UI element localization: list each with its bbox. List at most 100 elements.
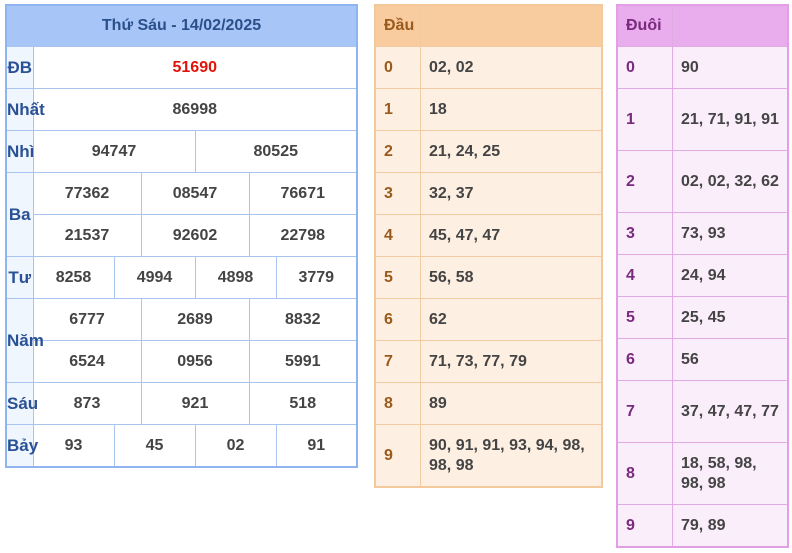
prize-value: 518 bbox=[248, 382, 358, 425]
prize-label: Ba bbox=[5, 172, 34, 257]
dau-value: 18 bbox=[420, 88, 603, 131]
dau-header-blank bbox=[420, 4, 603, 47]
prize-value: 76671 bbox=[248, 172, 358, 215]
prize-row-bay: Bảy 93 45 02 91 bbox=[5, 424, 358, 468]
duoi-table: Đuôi 0 90 1 21, 71, 91, 91 2 02, 02, 32, 62… bbox=[616, 4, 789, 548]
prize-row-ba: Ba 77362 08547 76671 bbox=[5, 172, 358, 257]
dau-row: 8 89 bbox=[374, 382, 603, 425]
prize-value: 8258 bbox=[32, 256, 115, 299]
prize-value: 80525 bbox=[194, 130, 358, 173]
prize-value: 93 bbox=[32, 424, 115, 468]
duoi-header: Đuôi bbox=[616, 4, 673, 47]
duoi-value: 90 bbox=[672, 46, 789, 89]
dau-row: 3 32, 37 bbox=[374, 172, 603, 215]
duoi-value: 56 bbox=[672, 338, 789, 381]
prize-row-ba-2: 21537 92602 22798 bbox=[6, 214, 358, 257]
prize-value: 5991 bbox=[248, 340, 358, 383]
dau-row: 9 90, 91, 91, 93, 94, 98, 98, 98 bbox=[374, 424, 603, 488]
duoi-key: 5 bbox=[616, 296, 673, 339]
dau-key: 0 bbox=[374, 46, 421, 89]
duoi-row: 2 02, 02, 32, 62 bbox=[616, 150, 789, 213]
prize-value: 21537 bbox=[32, 214, 142, 257]
dau-value: 45, 47, 47 bbox=[420, 214, 603, 257]
duoi-row: 6 56 bbox=[616, 338, 789, 381]
prize-value: 22798 bbox=[248, 214, 358, 257]
prize-row-nhat: Nhất 86998 bbox=[5, 88, 358, 131]
prize-value: 873 bbox=[32, 382, 142, 425]
dau-row: 4 45, 47, 47 bbox=[374, 214, 603, 257]
prize-label: Năm bbox=[5, 298, 44, 383]
dau-key: 4 bbox=[374, 214, 421, 257]
special-prize-value: 51690 bbox=[32, 46, 358, 89]
prize-value: 4994 bbox=[113, 256, 196, 299]
prize-row-nam-2: 6524 0956 5991 bbox=[6, 340, 358, 383]
duoi-value: 25, 45 bbox=[672, 296, 789, 339]
prize-value: 6524 bbox=[32, 340, 142, 383]
duoi-key: 9 bbox=[616, 504, 673, 548]
dau-table: Đầu 0 02, 02 1 18 2 21, 24, 25 3 32, 37 4 45,… bbox=[374, 4, 603, 488]
dau-value: 62 bbox=[420, 298, 603, 341]
prize-row-nhi: Nhì 94747 80525 bbox=[5, 130, 358, 173]
dau-header: Đầu bbox=[374, 4, 421, 47]
dau-key: 1 bbox=[374, 88, 421, 131]
dau-value: 89 bbox=[420, 382, 603, 425]
dau-key: 6 bbox=[374, 298, 421, 341]
duoi-row: 7 37, 47, 47, 77 bbox=[616, 380, 789, 443]
prize-value: 8832 bbox=[248, 298, 358, 341]
prize-row-tu: Tư 8258 4994 4898 3779 bbox=[5, 256, 358, 299]
duoi-value: 37, 47, 47, 77 bbox=[672, 380, 789, 443]
duoi-key: 6 bbox=[616, 338, 673, 381]
dau-row: 1 18 bbox=[374, 88, 603, 131]
dau-value: 56, 58 bbox=[420, 256, 603, 299]
prize-value: 4898 bbox=[194, 256, 277, 299]
dau-key: 2 bbox=[374, 130, 421, 173]
prize-value: 0956 bbox=[140, 340, 250, 383]
prize-label: ĐB bbox=[5, 46, 34, 89]
dau-key: 3 bbox=[374, 172, 421, 215]
dau-value: 02, 02 bbox=[420, 46, 603, 89]
duoi-row: 5 25, 45 bbox=[616, 296, 789, 339]
dau-value: 71, 73, 77, 79 bbox=[420, 340, 603, 383]
dau-row: 5 56, 58 bbox=[374, 256, 603, 299]
duoi-value: 79, 89 bbox=[672, 504, 789, 548]
dau-key: 8 bbox=[374, 382, 421, 425]
dau-key: 5 bbox=[374, 256, 421, 299]
prize-value: 94747 bbox=[32, 130, 196, 173]
prize-value: 921 bbox=[140, 382, 250, 425]
prize-value: 2689 bbox=[140, 298, 250, 341]
prize-label: Bảy bbox=[5, 424, 38, 468]
dau-row: 7 71, 73, 77, 79 bbox=[374, 340, 603, 383]
dau-key: 9 bbox=[374, 424, 421, 488]
duoi-key: 8 bbox=[616, 442, 673, 505]
prize-value: 02 bbox=[194, 424, 277, 468]
duoi-value: 24, 94 bbox=[672, 254, 789, 297]
prize-value: 77362 bbox=[32, 172, 142, 215]
duoi-key: 2 bbox=[616, 150, 673, 213]
duoi-key: 4 bbox=[616, 254, 673, 297]
duoi-value: 21, 71, 91, 91 bbox=[672, 88, 789, 151]
dau-row: 2 21, 24, 25 bbox=[374, 130, 603, 173]
dau-value: 21, 24, 25 bbox=[420, 130, 603, 173]
prize-value: 91 bbox=[275, 424, 358, 468]
prize-row-nam: Năm 6777 2689 8832 bbox=[5, 298, 358, 383]
result-title: Thứ Sáu - 14/02/2025 bbox=[5, 4, 358, 47]
duoi-row: 3 73, 93 bbox=[616, 212, 789, 255]
dau-row: 6 62 bbox=[374, 298, 603, 341]
duoi-row: 1 21, 71, 91, 91 bbox=[616, 88, 789, 151]
duoi-row: 8 18, 58, 98, 98, 98 bbox=[616, 442, 789, 505]
prize-label: Sáu bbox=[5, 382, 38, 425]
dau-key: 7 bbox=[374, 340, 421, 383]
dau-value: 32, 37 bbox=[420, 172, 603, 215]
prize-label: Nhất bbox=[5, 88, 45, 131]
duoi-key: 3 bbox=[616, 212, 673, 255]
prize-value: 6777 bbox=[32, 298, 142, 341]
prize-value: 92602 bbox=[140, 214, 250, 257]
duoi-value: 02, 02, 32, 62 bbox=[672, 150, 789, 213]
dau-row: 0 02, 02 bbox=[374, 46, 603, 89]
prize-label: Tư bbox=[5, 256, 34, 299]
duoi-row: 9 79, 89 bbox=[616, 504, 789, 548]
duoi-row: 4 24, 94 bbox=[616, 254, 789, 297]
prize-value: 45 bbox=[113, 424, 196, 468]
lottery-result-table: Thứ Sáu - 14/02/2025 ĐB 51690 Nhất 86998… bbox=[5, 4, 358, 468]
duoi-key: 1 bbox=[616, 88, 673, 151]
